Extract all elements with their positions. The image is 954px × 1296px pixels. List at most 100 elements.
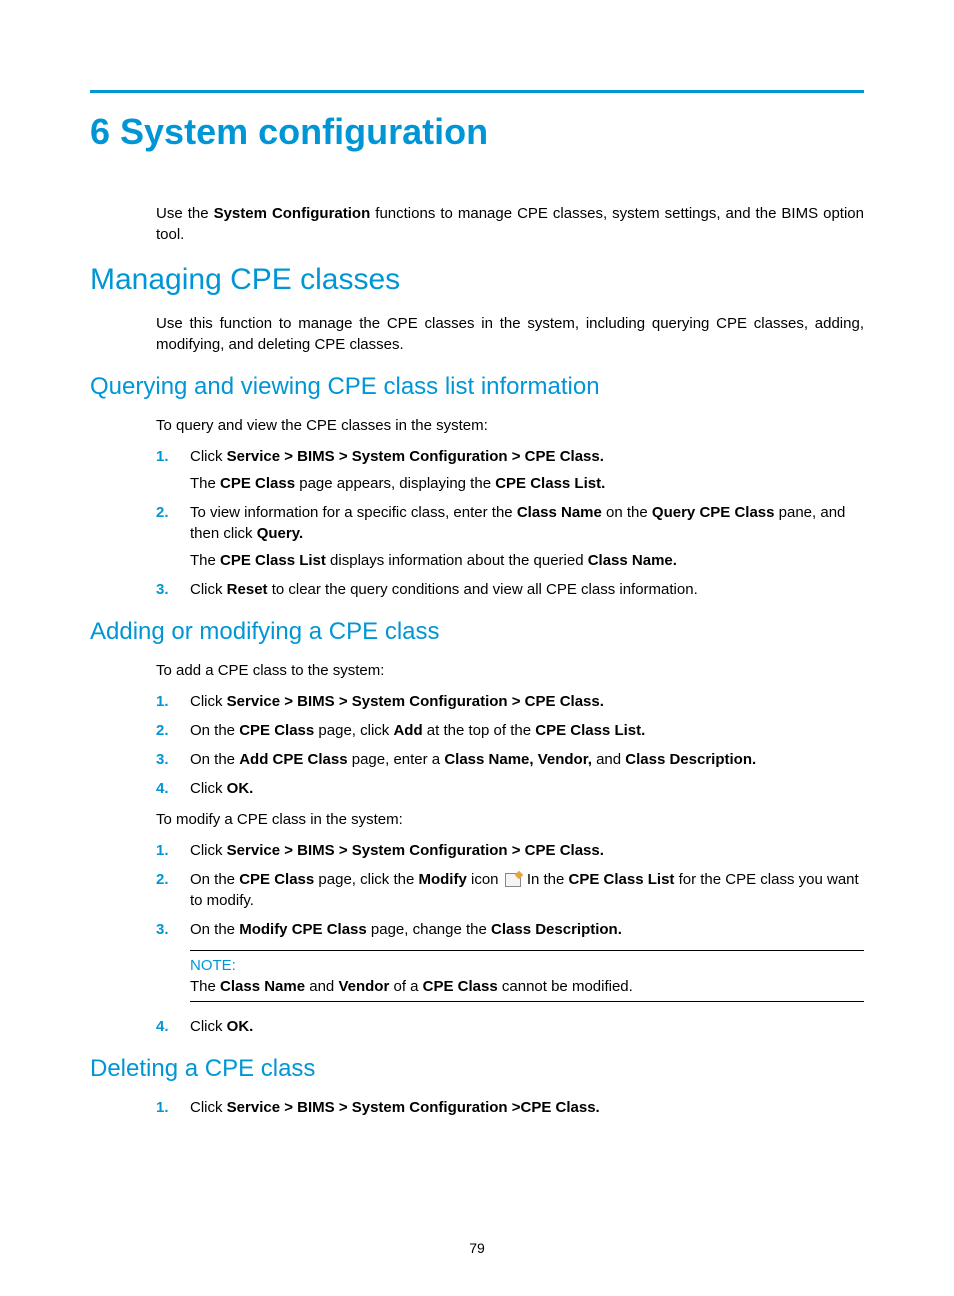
list-item: 2. To view information for a specific cl… bbox=[156, 502, 864, 571]
bold-text: Add CPE Class bbox=[239, 751, 347, 768]
text: page, enter a bbox=[348, 751, 445, 768]
bold-text: Service > BIMS > System Configuration > … bbox=[227, 842, 604, 859]
text: Click bbox=[190, 448, 227, 465]
s2-steps: 1. Click Service > BIMS > System Configu… bbox=[156, 446, 864, 600]
list-item: 2. On the CPE Class page, click the Modi… bbox=[156, 869, 864, 911]
text: The bbox=[190, 552, 220, 569]
step-number: 2. bbox=[156, 720, 190, 741]
top-rule bbox=[90, 90, 864, 93]
list-item: 1. Click Service > BIMS > System Configu… bbox=[156, 840, 864, 861]
bold-text: CPE Class List bbox=[569, 871, 675, 888]
subsection-deleting: Deleting a CPE class bbox=[90, 1055, 864, 1083]
text: On the bbox=[190, 722, 239, 739]
text: In the bbox=[523, 871, 569, 888]
bold-text: Class Name. bbox=[588, 552, 677, 569]
bold-text: Service > BIMS > System Configuration > … bbox=[227, 448, 604, 465]
bold-text: Query. bbox=[257, 525, 303, 542]
bold-text: Modify CPE Class bbox=[239, 921, 367, 938]
text: On the bbox=[190, 751, 239, 768]
text: Use the bbox=[156, 205, 214, 222]
text: and bbox=[305, 978, 338, 995]
s3-mod-steps: 1. Click Service > BIMS > System Configu… bbox=[156, 840, 864, 940]
bold-text: Class Description. bbox=[625, 751, 756, 768]
bold-text: OK. bbox=[227, 780, 254, 797]
step-body: Click OK. bbox=[190, 778, 864, 799]
text: The bbox=[190, 978, 220, 995]
bold-text: OK. bbox=[227, 1018, 254, 1035]
text: On the bbox=[190, 871, 239, 888]
step-number: 2. bbox=[156, 502, 190, 523]
bold-text: Service > BIMS > System Configuration > … bbox=[227, 693, 604, 710]
subsection-querying: Querying and viewing CPE class list info… bbox=[90, 373, 864, 401]
bold-text: CPE Class List bbox=[220, 552, 326, 569]
bold-text: Modify bbox=[418, 871, 466, 888]
note-box: NOTE: The Class Name and Vendor of a CPE… bbox=[190, 950, 864, 1002]
list-item: 1. Click Service > BIMS > System Configu… bbox=[156, 1097, 864, 1118]
bold-text: Reset bbox=[227, 581, 268, 598]
text: On the bbox=[190, 921, 239, 938]
note-label: NOTE: bbox=[190, 957, 864, 974]
step-body: Click Service > BIMS > System Configurat… bbox=[190, 446, 864, 494]
bold-text: CPE Class bbox=[220, 475, 295, 492]
list-item: 1. Click Service > BIMS > System Configu… bbox=[156, 691, 864, 712]
s1-text: Use this function to manage the CPE clas… bbox=[156, 313, 864, 355]
intro-block: Use the System Configuration functions t… bbox=[156, 203, 864, 245]
step-body: On the Modify CPE Class page, change the… bbox=[190, 919, 864, 940]
text: at the top of the bbox=[423, 722, 536, 739]
bold-text: CPE Class bbox=[239, 871, 314, 888]
step-body: On the CPE Class page, click Add at the … bbox=[190, 720, 864, 741]
step-number: 4. bbox=[156, 1016, 190, 1037]
list-item: 4. Click OK. bbox=[156, 1016, 864, 1037]
text: To view information for a specific class… bbox=[190, 504, 517, 521]
bold-text: Vendor bbox=[338, 978, 389, 995]
text: icon bbox=[467, 871, 503, 888]
s3-mod-steps-cont: 4. Click OK. bbox=[156, 1016, 864, 1037]
bold-text: Class Name bbox=[220, 978, 305, 995]
step-body: Click Reset to clear the query condition… bbox=[190, 579, 864, 600]
text: page, change the bbox=[367, 921, 491, 938]
step-number: 4. bbox=[156, 778, 190, 799]
s2-lead: To query and view the CPE classes in the… bbox=[156, 415, 864, 436]
text: page, click bbox=[314, 722, 393, 739]
text: Click bbox=[190, 1099, 227, 1116]
step-number: 1. bbox=[156, 840, 190, 861]
text: Click bbox=[190, 842, 227, 859]
list-item: 3. On the Add CPE Class page, enter a Cl… bbox=[156, 749, 864, 770]
s2-body: To query and view the CPE classes in the… bbox=[156, 415, 864, 600]
bold-text: Class Description. bbox=[491, 921, 622, 938]
chapter-title: 6 System configuration bbox=[90, 111, 864, 153]
bold-text: CPE Class List. bbox=[535, 722, 645, 739]
text: page, click the bbox=[314, 871, 418, 888]
page-number: 79 bbox=[0, 1240, 954, 1256]
text: Click bbox=[190, 693, 227, 710]
bold-text: Class Name bbox=[517, 504, 602, 521]
text: page appears, displaying the bbox=[295, 475, 495, 492]
list-item: 2. On the CPE Class page, click Add at t… bbox=[156, 720, 864, 741]
step-sub: The CPE Class List displays information … bbox=[190, 550, 864, 571]
text: on the bbox=[602, 504, 652, 521]
bold-text: Class Name, Vendor, bbox=[444, 751, 592, 768]
step-number: 1. bbox=[156, 691, 190, 712]
text: Click bbox=[190, 1018, 227, 1035]
document-page: 6 System configuration Use the System Co… bbox=[0, 0, 954, 1296]
step-sub: The CPE Class page appears, displaying t… bbox=[190, 473, 864, 494]
bold-text: CPE Class List. bbox=[495, 475, 605, 492]
s1-body: Use this function to manage the CPE clas… bbox=[156, 313, 864, 355]
list-item: 4. Click OK. bbox=[156, 778, 864, 799]
bold-text: CPE Class bbox=[239, 722, 314, 739]
subsection-adding: Adding or modifying a CPE class bbox=[90, 618, 864, 646]
text: Click bbox=[190, 581, 227, 598]
text: The bbox=[190, 475, 220, 492]
s3-lead2: To modify a CPE class in the system: bbox=[156, 809, 864, 830]
intro-text: Use the System Configuration functions t… bbox=[156, 203, 864, 245]
step-body: On the Add CPE Class page, enter a Class… bbox=[190, 749, 864, 770]
s3-body: To add a CPE class to the system: 1. Cli… bbox=[156, 660, 864, 1037]
step-number: 3. bbox=[156, 749, 190, 770]
note-text: The Class Name and Vendor of a CPE Class… bbox=[190, 978, 864, 995]
s4-body: 1. Click Service > BIMS > System Configu… bbox=[156, 1097, 864, 1118]
bold-text: Query CPE Class bbox=[652, 504, 775, 521]
step-body: On the CPE Class page, click the Modify … bbox=[190, 869, 864, 911]
list-item: 1. Click Service > BIMS > System Configu… bbox=[156, 446, 864, 494]
text: and bbox=[592, 751, 625, 768]
text: to clear the query conditions and view a… bbox=[268, 581, 698, 598]
